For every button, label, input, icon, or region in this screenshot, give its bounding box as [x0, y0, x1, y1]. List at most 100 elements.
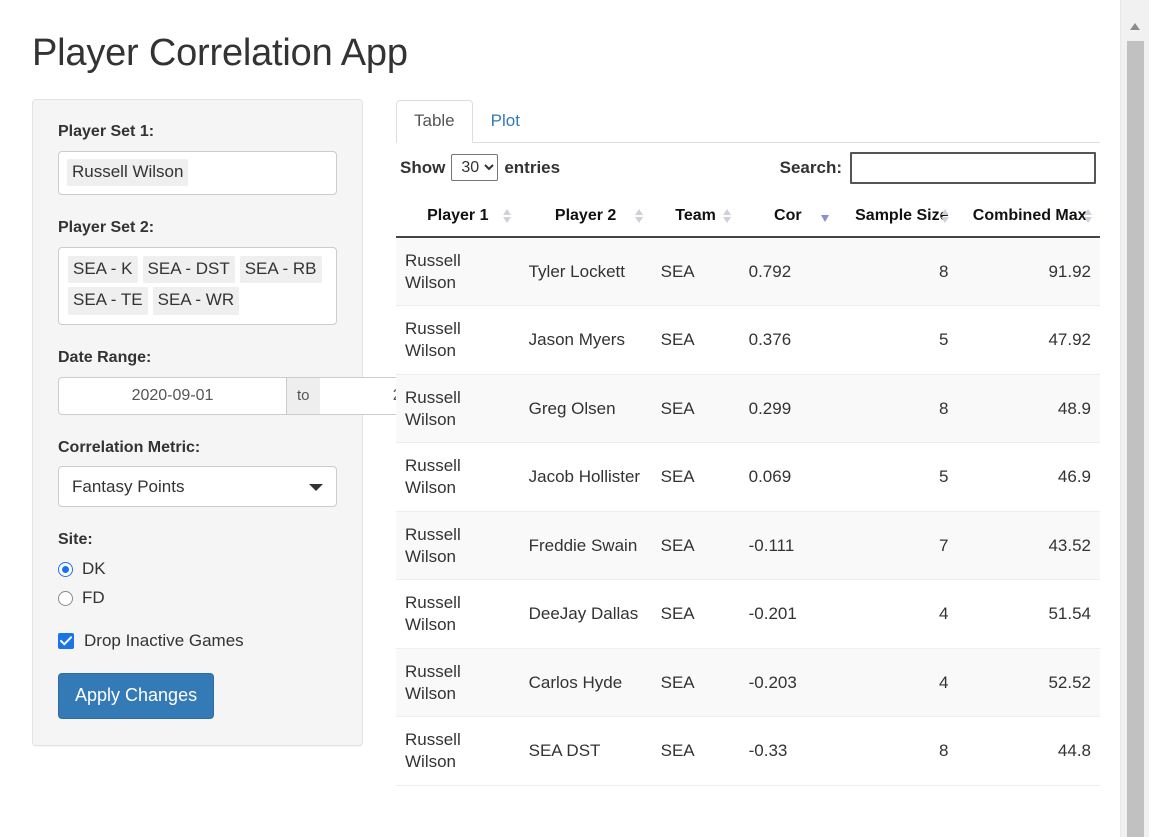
player-chip[interactable]: SEA - K	[68, 255, 138, 284]
cell-player1: Russell Wilson	[396, 648, 520, 718]
cell-player1: Russell Wilson	[396, 579, 520, 649]
search-input[interactable]	[850, 152, 1096, 184]
sort-descending-icon[interactable]	[821, 214, 830, 222]
table-body: Russell Wilson Tyler Lockett SEA 0.792 8…	[396, 236, 1100, 786]
sort-indicator-icon[interactable]	[635, 208, 644, 223]
player-set-1-label: Player Set 1:	[58, 123, 155, 140]
main-panel: Table Plot Show 30 entries Search: Playe…	[396, 99, 1100, 786]
cell-sample-size: 7	[835, 511, 958, 581]
cell-combined-max: 43.52	[957, 511, 1100, 581]
table-row[interactable]: Russell Wilson Greg Olsen SEA 0.299 8 48…	[396, 374, 1100, 444]
date-range-separator: to	[287, 376, 320, 415]
sort-indicator-icon[interactable]	[503, 208, 512, 223]
correlation-metric-label: Correlation Metric:	[58, 438, 201, 456]
table-header-row: Player 1 Player 2 Team Cor Sample Size C…	[396, 198, 1100, 238]
sort-indicator-icon[interactable]	[941, 208, 950, 223]
column-header-team[interactable]: Team	[651, 198, 740, 238]
page-title: Player Correlation App	[32, 32, 408, 74]
tab-table[interactable]: Table	[396, 100, 473, 143]
page-length-control: Show 30 entries	[400, 154, 560, 181]
column-header-label: Player 2	[554, 207, 617, 224]
checkmark-icon	[58, 633, 74, 650]
table-header: Player 1 Player 2 Team Cor Sample Size C…	[396, 198, 1100, 238]
entries-label: entries	[504, 157, 561, 177]
table-row[interactable]: Russell Wilson Freddie Swain SEA -0.111 …	[396, 511, 1100, 581]
cell-sample-size: 8	[835, 236, 958, 307]
page-length-select[interactable]: 30	[451, 154, 499, 181]
correlation-metric-value: Fantasy Points	[72, 476, 185, 496]
cell-cor: 0.299	[739, 374, 836, 444]
table-row[interactable]: Russell Wilson Jacob Hollister SEA 0.069…	[396, 442, 1100, 512]
apply-changes-button[interactable]: Apply Changes	[58, 673, 215, 720]
site-radio-fd[interactable]: FD	[58, 588, 337, 608]
correlation-metric-select[interactable]: Fantasy Points	[58, 466, 337, 508]
table-row[interactable]: Russell Wilson Carlos Hyde SEA -0.203 4 …	[396, 648, 1100, 718]
site-radio-fd-label: FD	[82, 588, 105, 608]
cell-cor: 0.069	[739, 442, 836, 512]
vertical-scrollbar[interactable]	[1120, 0, 1149, 837]
player-set-1-input[interactable]: Russell Wilson	[58, 150, 337, 195]
cell-sample-size: 5	[835, 305, 958, 375]
table-row[interactable]: Russell Wilson DeeJay Dallas SEA -0.201 …	[396, 579, 1100, 649]
column-header-combined-max[interactable]: Combined Max.	[957, 198, 1100, 238]
column-header-cor[interactable]: Cor	[739, 198, 836, 238]
cell-cor: 0.376	[739, 305, 836, 375]
tab-plot[interactable]: Plot	[473, 100, 538, 143]
date-range-label: Date Range:	[58, 348, 152, 366]
cell-player2: Jason Myers	[519, 305, 652, 375]
site-radio-dk[interactable]: DK	[58, 559, 337, 579]
scrollbar-thumb[interactable]	[1127, 41, 1144, 837]
player-chip[interactable]: Russell Wilson	[67, 158, 189, 187]
cell-player2: Carlos Hyde	[519, 648, 652, 718]
player-chip[interactable]: SEA - DST	[142, 255, 235, 284]
player-set-2-label: Player Set 2:	[58, 218, 155, 236]
search-label: Search:	[779, 158, 842, 177]
cell-sample-size: 4	[835, 579, 958, 649]
tab-bar: Table Plot	[396, 99, 1100, 143]
app-window: Player Correlation App Player Set 1: Rus…	[0, 0, 1149, 837]
column-header-sample-size[interactable]: Sample Size	[835, 198, 958, 238]
sort-indicator-icon[interactable]	[1083, 208, 1092, 223]
cell-player1: Russell Wilson	[396, 236, 520, 307]
cell-team: SEA	[651, 648, 740, 718]
table-row[interactable]: Russell Wilson SEA DST SEA -0.33 8 44.8	[396, 716, 1100, 786]
controls-sidebar: Player Set 1: Russell Wilson Player Set …	[32, 99, 548, 747]
cell-sample-size: 4	[835, 648, 958, 718]
cell-cor: -0.111	[739, 511, 836, 581]
date-start-input[interactable]	[58, 376, 287, 415]
page-content: Player Correlation App Player Set 1: Rus…	[0, 0, 1120, 837]
column-header-label: Sample Size	[855, 207, 949, 224]
cell-cor: -0.201	[739, 579, 836, 649]
cell-combined-max: 48.9	[957, 374, 1100, 444]
cell-combined-max: 47.92	[957, 305, 1100, 375]
player-set-2-input[interactable]: SEA - K SEA - DST SEA - RB SEA - TE SEA …	[58, 246, 337, 325]
scroll-up-button[interactable]	[1125, 16, 1146, 37]
column-header-player2[interactable]: Player 2	[519, 198, 652, 238]
cell-player2: SEA DST	[519, 716, 652, 786]
chevron-up-icon	[1130, 23, 1140, 30]
cell-team: SEA	[651, 305, 740, 375]
cell-player1: Russell Wilson	[396, 716, 520, 786]
column-header-player1[interactable]: Player 1	[396, 198, 520, 238]
column-header-label: Team	[675, 207, 716, 224]
cell-combined-max: 51.54	[957, 579, 1100, 649]
cell-combined-max: 52.52	[957, 648, 1100, 718]
cell-player2: Freddie Swain	[519, 511, 652, 581]
table-row[interactable]: Russell Wilson Jason Myers SEA 0.376 5 4…	[396, 305, 1100, 375]
sort-indicator-icon[interactable]	[723, 208, 732, 223]
player-chip[interactable]: SEA - RB	[239, 255, 322, 284]
table-row[interactable]: Russell Wilson Tyler Lockett SEA 0.792 8…	[396, 236, 1100, 307]
cell-sample-size: 5	[835, 442, 958, 512]
cell-team: SEA	[651, 716, 740, 786]
cell-team: SEA	[651, 374, 740, 444]
cell-player1: Russell Wilson	[396, 305, 520, 375]
column-header-label: Player 1	[427, 207, 489, 224]
player-chip[interactable]: SEA - WR	[152, 287, 240, 315]
player-chip[interactable]: SEA - TE	[68, 287, 148, 315]
drop-inactive-checkbox[interactable]: Drop Inactive Games	[58, 631, 337, 651]
cell-sample-size: 8	[835, 716, 958, 786]
column-header-label: Combined Max.	[972, 207, 1091, 224]
chevron-down-icon	[309, 483, 323, 491]
search-control: Search:	[780, 152, 1096, 184]
cell-cor: -0.33	[739, 716, 836, 786]
